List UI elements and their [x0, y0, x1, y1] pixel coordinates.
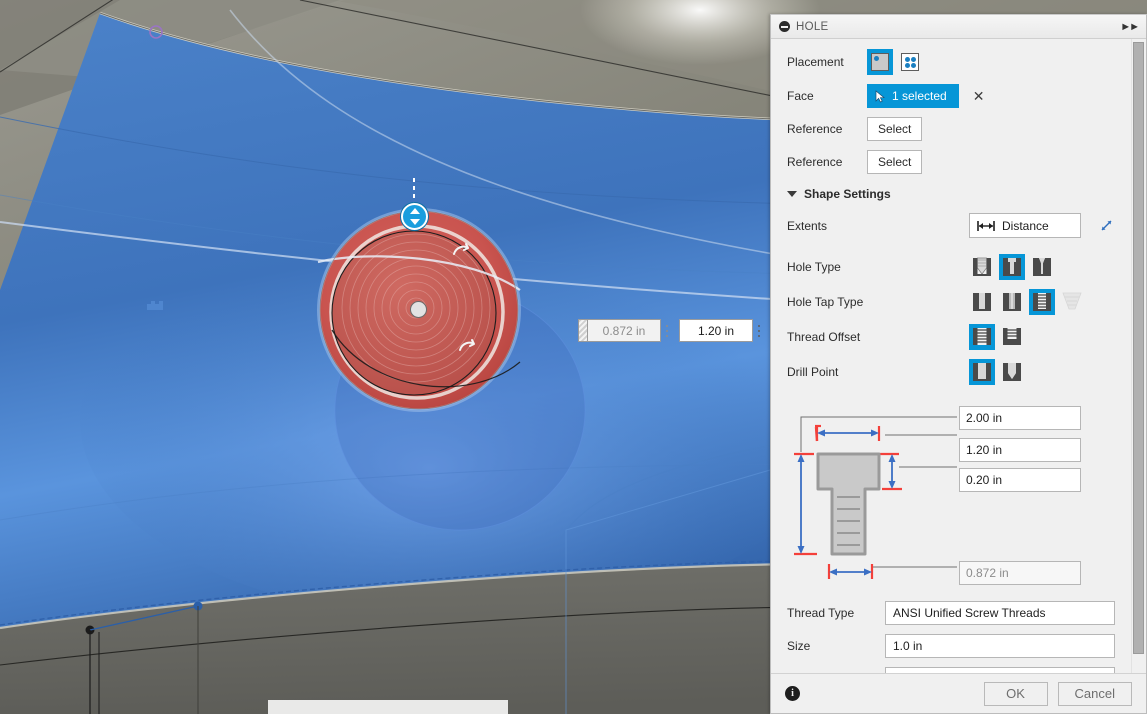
distance-icon — [977, 220, 995, 231]
designation-value: 1-8 UNC — [893, 672, 940, 673]
partial-thread-icon[interactable] — [999, 324, 1025, 350]
flip-direction-icon[interactable] — [1099, 218, 1114, 233]
diagram-depth-field[interactable]: 2.00 in — [959, 406, 1081, 430]
cancel-button[interactable]: Cancel — [1057, 681, 1132, 706]
panel-title-text: HOLE — [796, 20, 829, 33]
row-designation: Designation 1-8 UNC — [771, 667, 1146, 673]
counterbore-hole-icon[interactable] — [999, 254, 1025, 280]
cursor-icon — [875, 89, 885, 102]
rotate-handle-top-icon[interactable] — [451, 242, 471, 260]
depth-arrow-handle-icon[interactable] — [401, 203, 428, 230]
size-value: 1.0 in — [893, 639, 923, 653]
hole-dialog-panel: HOLE ►► Placement Face 1 selected ✕ Refe… — [770, 14, 1147, 714]
tapped-icon[interactable] — [1029, 289, 1055, 315]
size-dropdown[interactable]: 1.0 in — [885, 634, 1115, 658]
face-selection-chip[interactable]: 1 selected — [867, 84, 959, 108]
shape-settings-header[interactable]: Shape Settings — [771, 183, 1146, 201]
row-face: Face 1 selected ✕ — [771, 84, 1146, 108]
multiple-holes-icon[interactable] — [897, 49, 923, 75]
canvas-hole-diameter-input[interactable]: 0.872 in — [578, 319, 673, 342]
single-hole-icon[interactable] — [867, 49, 893, 75]
row-thread-offset: Thread Offset — [771, 324, 1146, 350]
hole-center-point-icon[interactable] — [410, 301, 427, 318]
panel-title-bar[interactable]: HOLE ►► — [771, 15, 1146, 39]
size-label: Size — [787, 639, 811, 653]
designation-dropdown[interactable]: 1-8 UNC — [885, 667, 1115, 673]
chevron-down-icon — [787, 191, 797, 197]
drag-grip[interactable] — [578, 319, 587, 342]
hole-preview-diagram: 2.00 in 1.20 in 0.20 in 0.872 in — [787, 397, 1130, 587]
row-reference-2: Reference Select — [771, 150, 1146, 174]
rotate-handle-bottom-icon[interactable] — [457, 338, 477, 356]
diagram-counterbore-depth-field[interactable]: 0.20 in — [959, 468, 1081, 492]
minus-circle-icon[interactable] — [779, 21, 790, 32]
ok-button[interactable]: OK — [983, 681, 1048, 706]
diagram-hole-diameter-field[interactable]: 0.872 in — [959, 561, 1081, 585]
countersink-hole-icon[interactable] — [1029, 254, 1055, 280]
canvas-hole-diameter-value[interactable]: 0.872 in — [587, 319, 661, 342]
shape-settings-title: Shape Settings — [804, 187, 891, 201]
extents-label: Extents — [787, 218, 828, 233]
row-reference-1: Reference Select — [771, 117, 1146, 141]
simple-tap-icon[interactable] — [969, 289, 995, 315]
row-thread-type: Thread Type ANSI Unified Screw Threads — [771, 601, 1146, 625]
panel-scrollbar-track[interactable] — [1131, 39, 1146, 673]
canvas-dim-menu-2[interactable] — [753, 319, 765, 342]
hole-type-label: Hole Type — [787, 260, 841, 274]
row-extents: Extents Distance — [771, 213, 1146, 238]
designation-label: Designation — [787, 672, 885, 673]
flat-drill-point-icon[interactable] — [969, 359, 995, 385]
panel-scrollbar-thumb[interactable] — [1133, 42, 1144, 654]
thread-type-label: Thread Type — [787, 606, 855, 620]
taper-tapped-icon — [1059, 289, 1085, 315]
row-hole-tap-type: Hole Tap Type — [771, 289, 1146, 315]
row-size: Size 1.0 in — [771, 634, 1146, 658]
face-label: Face — [787, 89, 814, 103]
canvas-dim-menu-1[interactable] — [661, 319, 673, 342]
panel-footer: i OK Cancel — [771, 673, 1146, 713]
row-placement: Placement — [771, 49, 1146, 75]
drill-point-label: Drill Point — [787, 365, 839, 379]
reference-1-label: Reference — [787, 122, 843, 136]
canvas-counterbore-value[interactable]: 1.20 in — [679, 319, 753, 342]
close-icon[interactable]: ✕ — [973, 89, 985, 103]
extents-value: Distance — [1002, 218, 1049, 233]
simple-hole-icon[interactable] — [969, 254, 995, 280]
hole-tap-type-label: Hole Tap Type — [787, 295, 864, 309]
double-chevron-right-icon[interactable]: ►► — [1120, 21, 1140, 33]
row-drill-point: Drill Point — [771, 359, 1146, 385]
reference-2-label: Reference — [787, 155, 843, 169]
full-thread-icon[interactable] — [969, 324, 995, 350]
thread-type-dropdown[interactable]: ANSI Unified Screw Threads — [885, 601, 1115, 625]
reference-1-select-button[interactable]: Select — [867, 117, 923, 141]
diagram-counterbore-diameter-field[interactable]: 1.20 in — [959, 438, 1081, 462]
extents-combo[interactable]: Distance — [969, 213, 1081, 238]
constraint-marker-icon — [147, 301, 163, 310]
angle-drill-point-icon[interactable] — [999, 359, 1025, 385]
thread-type-value: ANSI Unified Screw Threads — [893, 606, 1046, 620]
reference-2-select-button[interactable]: Select — [867, 150, 923, 174]
info-icon[interactable]: i — [785, 686, 800, 701]
row-hole-type: Hole Type — [771, 254, 1146, 280]
face-chip-text: 1 selected — [892, 89, 947, 103]
panel-body: Placement Face 1 selected ✕ Reference Se… — [771, 39, 1146, 673]
clearance-tap-icon[interactable] — [999, 289, 1025, 315]
canvas-counterbore-input[interactable]: 1.20 in — [679, 319, 765, 342]
placement-label: Placement — [787, 55, 844, 69]
thread-offset-label: Thread Offset — [787, 330, 861, 344]
